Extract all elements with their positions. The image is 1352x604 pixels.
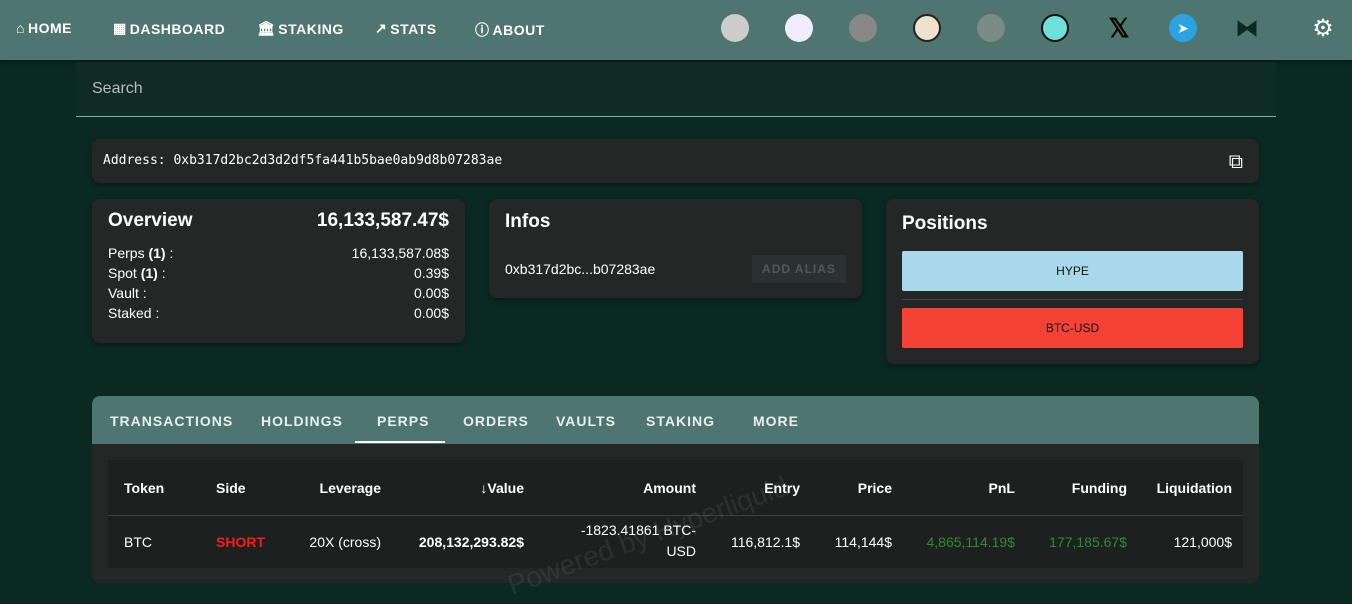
overview-row: Perps (1) :16,133,587.08$ <box>108 245 449 261</box>
row-value: 16,133,587.08$ <box>351 245 449 261</box>
grid-icon: ▦ <box>113 20 127 36</box>
cell-value: 208,132,293.82$ <box>418 534 524 550</box>
tab-orders[interactable]: ORDERS <box>463 413 529 429</box>
hyperliquid-icon[interactable]: ⧓ <box>1233 14 1261 42</box>
white-cat-icon[interactable] <box>785 14 813 42</box>
header-price[interactable]: Price <box>858 480 892 496</box>
overview-card: Overview 16,133,587.47$ Perps (1) :16,133… <box>92 199 465 343</box>
address-bar: Address: 0xb317d2bc2d3d2df5fa441b5bae0ab… <box>92 139 1259 183</box>
monkey-icon[interactable] <box>977 14 1005 42</box>
cell-entry: 116,812.1$ <box>730 534 800 550</box>
tabs-panel: TRANSACTIONS HOLDINGS PERPS ORDERS VAULTS STA… <box>92 396 1259 583</box>
nav-home[interactable]: ⌂ HOME <box>16 20 72 36</box>
header-token[interactable]: Token <box>124 480 164 496</box>
row-value: 0.00$ <box>413 285 449 301</box>
overview-total: 16,133,587.47$ <box>316 210 449 231</box>
header-value[interactable]: ↓Value <box>480 480 524 496</box>
nav-dashboard[interactable]: ▦ DASHBOARD <box>113 20 225 37</box>
position-hype[interactable]: HYPE <box>902 251 1243 291</box>
trend-icon: ↗ <box>375 20 388 36</box>
bridge-icon[interactable] <box>1041 14 1069 42</box>
header-side[interactable]: Side <box>216 480 246 496</box>
nav-stats[interactable]: ↗ STATS <box>375 20 437 37</box>
tab-transactions[interactable]: TRANSACTIONS <box>110 413 233 429</box>
lion-icon[interactable] <box>913 14 941 42</box>
header-liquidation[interactable]: Liquidation <box>1157 480 1232 496</box>
tab-perps[interactable]: PERPS <box>377 413 429 429</box>
positions-title: Positions <box>902 213 988 234</box>
info-icon: ⓘ <box>475 22 490 38</box>
home-icon: ⌂ <box>16 20 25 36</box>
row-label: Staked <box>108 305 152 321</box>
row-label: Spot <box>108 265 137 281</box>
cell-leverage: 20X (cross) <box>309 534 381 550</box>
row-count: (1) <box>140 265 158 281</box>
active-tab-indicator <box>355 441 445 443</box>
cell-funding: 177,185.67$ <box>1049 534 1127 550</box>
cat-icon[interactable] <box>721 14 749 42</box>
telegram-icon[interactable]: ➤ <box>1169 14 1197 42</box>
add-alias-button[interactable]: ADD ALIAS <box>752 255 846 283</box>
divider <box>902 299 1243 300</box>
overview-row: Staked :0.00$ <box>108 305 449 321</box>
cell-side: SHORT <box>216 534 265 550</box>
gear-icon[interactable]: ⚙ <box>1309 14 1337 42</box>
short-address: 0xb317d2bc...b07283ae <box>505 261 656 277</box>
x-icon[interactable]: 𝕏 <box>1105 13 1133 43</box>
cell-liquidation: 121,000$ <box>1173 534 1232 550</box>
infos-title: Infos <box>505 211 551 232</box>
position-btc-usd[interactable]: BTC-USD <box>902 308 1243 348</box>
tab-holdings[interactable]: HOLDINGS <box>261 413 343 429</box>
overview-row: Vault :0.00$ <box>108 285 449 301</box>
row-value: 0.00$ <box>413 305 449 321</box>
cell-price: 114,144$ <box>834 534 892 550</box>
row-value: 0.39$ <box>413 265 449 281</box>
row-label: Vault <box>108 285 139 301</box>
tab-staking[interactable]: STAKING <box>646 413 715 429</box>
search-input[interactable]: Search <box>76 62 1276 117</box>
tab-vaults[interactable]: VAULTS <box>556 413 616 429</box>
overview-row: Spot (1) :0.39$ <box>108 265 449 281</box>
overview-title: Overview <box>108 210 193 231</box>
cell-token: BTC <box>124 534 152 550</box>
skull-icon[interactable] <box>849 14 877 42</box>
tab-more[interactable]: MORE <box>753 413 799 429</box>
bank-icon: 🏛 <box>257 20 276 36</box>
row-count: (1) <box>148 245 166 261</box>
tab-bar: TRANSACTIONS HOLDINGS PERPS ORDERS VAULTS STA… <box>92 396 1259 444</box>
infos-card: Infos 0xb317d2bc...b07283ae ADD ALIAS <box>489 199 862 298</box>
address-text: Address: 0xb317d2bc2d3d2df5fa441b5bae0ab… <box>103 153 503 168</box>
nav-about[interactable]: ⓘ ABOUT <box>475 20 545 40</box>
header-pnl[interactable]: PnL <box>989 480 1015 496</box>
cell-pnl: 4,865,114.19$ <box>926 534 1016 550</box>
header-amount[interactable]: Amount <box>643 480 696 496</box>
copy-icon[interactable]: ⧉ <box>1229 149 1243 173</box>
row-label: Perps <box>108 245 145 261</box>
top-nav: ⌂ HOME ▦ DASHBOARD 🏛 STAKING ↗ STATS ⓘ ABOUT … <box>0 0 1352 60</box>
header-leverage[interactable]: Leverage <box>320 480 381 496</box>
positions-card: Positions HYPE BTC-USD <box>886 199 1259 364</box>
nav-staking[interactable]: 🏛 STAKING <box>257 20 344 37</box>
header-funding[interactable]: Funding <box>1072 480 1127 496</box>
